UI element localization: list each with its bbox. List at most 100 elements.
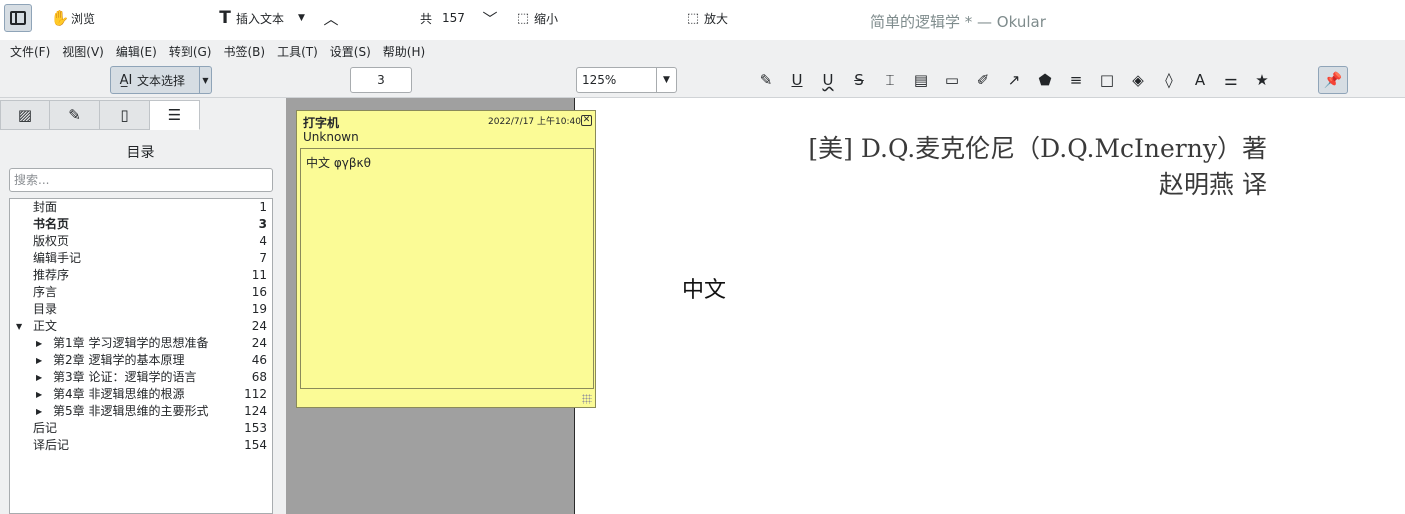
toc-item[interactable]: 版权页 4 <box>10 233 272 250</box>
image-icon: ▨ <box>17 106 33 124</box>
toc-item[interactable]: 译后记 154 <box>10 437 272 454</box>
expand-right-icon[interactable]: ▶ <box>36 369 42 386</box>
sidebar-tabs: ▨ ✎ ▯ ☰ <box>0 100 200 130</box>
menu-help[interactable]: 帮助(H) <box>377 43 431 60</box>
expand-right-icon[interactable]: ▶ <box>36 386 42 403</box>
toc-item-label: 第2章 逻辑学的基本原理 <box>53 353 185 367</box>
menu-file[interactable]: 文件(F) <box>4 43 56 60</box>
fill-color-icon[interactable]: ◈ <box>1127 69 1149 91</box>
toc-item[interactable]: ▶ 第2章 逻辑学的基本原理 46 <box>10 352 272 369</box>
text-select-tool-button[interactable]: A̲I 文本选择 <box>110 66 200 94</box>
page-author-line: [美] D.Q.麦克伦尼（D.Q.McInerny）著 <box>808 134 1267 163</box>
freehand-line-icon[interactable]: ✐ <box>972 69 994 91</box>
tab-bookmarks[interactable]: ▯ <box>100 100 150 130</box>
select-mode-dropdown[interactable]: ▼ <box>200 66 212 94</box>
zoom-in-button[interactable]: ⬚ 放大 <box>682 4 728 32</box>
toc-item[interactable]: 目录 19 <box>10 301 272 318</box>
typewriter-icon[interactable]: ⌶ <box>879 69 901 91</box>
browse-tool-button[interactable]: ✋ 浏览 <box>44 4 100 32</box>
toc-item-page: 68 <box>251 370 267 384</box>
arrow-icon[interactable]: ↗ <box>1003 69 1025 91</box>
pen-icon: ✎ <box>68 106 81 124</box>
zoom-value: 125% <box>582 73 617 87</box>
toc-item-page: 3 <box>258 217 267 231</box>
sidebar-panel-icon <box>10 11 26 25</box>
next-page-button[interactable]: ﹀ <box>479 4 501 32</box>
menu-go[interactable]: 转到(G) <box>163 43 218 60</box>
toc-item-label: 目录 <box>33 302 58 316</box>
inline-note-icon[interactable]: ▤ <box>910 69 932 91</box>
toc-item[interactable]: ▶ 第5章 非逻辑思维的主要形式 124 <box>10 403 272 420</box>
previous-page-button[interactable]: ︿ <box>320 4 342 32</box>
toc-item-label: 正文 <box>33 319 58 333</box>
toc-item[interactable]: 推荐序 11 <box>10 267 272 284</box>
menu-tools[interactable]: 工具(T) <box>271 43 324 60</box>
text-select-label: 文本选择 <box>137 73 186 88</box>
toc-tree: 封面 1 书名页 3 版权页 4 编辑手记 7 推荐序 11 序言 16 目录 19 ▼ 正文 24 ▶ 第1章 学… <box>9 198 273 514</box>
popup-note-icon[interactable]: ▭ <box>941 69 963 91</box>
tab-contents[interactable]: ☰ <box>150 100 200 130</box>
shape-icon[interactable]: □ <box>1096 69 1118 91</box>
toc-item[interactable]: 序言 16 <box>10 284 272 301</box>
zoom-in-label: 放大 <box>704 11 729 26</box>
expand-right-icon[interactable]: ▶ <box>36 352 42 369</box>
menu-settings[interactable]: 设置(S) <box>324 43 377 60</box>
chevron-up-icon: ︿ <box>323 9 339 28</box>
font-icon[interactable]: A <box>1189 69 1211 91</box>
stamp-icon[interactable]: ⬟ <box>1034 69 1056 91</box>
left-sidebar: ▨ ✎ ▯ ☰ 目录 搜索... 封面 1 书名页 3 版权页 4 编辑手记 7 推荐序 11 序言… <box>0 98 281 514</box>
toc-item-page: 153 <box>244 421 267 435</box>
toc-item[interactable]: 封面 1 <box>10 199 272 216</box>
toc-item-page: 112 <box>244 387 267 401</box>
expand-right-icon[interactable]: ▶ <box>36 403 42 420</box>
expand-down-icon[interactable]: ▼ <box>16 318 22 335</box>
toc-item-page: 11 <box>251 268 267 282</box>
zoom-dropdown-icon[interactable]: ▼ <box>656 68 676 92</box>
menu-edit[interactable]: 编辑(E) <box>110 43 163 60</box>
toc-search-input[interactable]: 搜索... <box>9 168 273 192</box>
favorite-icon[interactable]: ★ <box>1251 69 1273 91</box>
strikethrough-icon[interactable]: S <box>848 69 870 91</box>
expand-right-icon[interactable]: ▶ <box>36 335 42 352</box>
note-body-textarea[interactable]: 中文 φγβκθ <box>300 148 594 389</box>
typewriter-annotation-text[interactable]: 中文 <box>682 272 726 304</box>
annotation-popup-note[interactable]: 打字机 Unknown 2022/7/17 上午10:40 ✕ 中文 φγβκθ <box>296 110 596 408</box>
toc-item[interactable]: ▶ 第1章 学习逻辑学的思想准备 24 <box>10 335 272 352</box>
insert-text-dropdown-icon[interactable]: ▼ <box>298 13 305 23</box>
toc-item-page: 24 <box>251 336 267 350</box>
toc-item-label: 译后记 <box>33 438 70 452</box>
toc-item[interactable]: 后记 153 <box>10 420 272 437</box>
pin-icon: 📌 <box>1323 71 1343 89</box>
sidebar-toggle-button[interactable] <box>4 4 32 32</box>
toc-item[interactable]: ▶ 第4章 非逻辑思维的根源 112 <box>10 386 272 403</box>
toc-item[interactable]: 书名页 3 <box>10 216 272 233</box>
highlighter-icon[interactable]: ✎ <box>755 69 777 91</box>
page-number-input[interactable]: 3 <box>350 67 412 93</box>
toc-item-page: 154 <box>244 438 267 452</box>
opacity-icon[interactable]: ◊ <box>1158 69 1180 91</box>
annotation-settings-icon[interactable]: ⚌ <box>1220 69 1242 91</box>
tab-annotations[interactable]: ✎ <box>50 100 100 130</box>
page-total: 157 <box>442 11 465 25</box>
menu-bookmarks[interactable]: 书签(B) <box>217 43 271 60</box>
squiggle-icon[interactable]: U <box>817 69 839 91</box>
underline-icon[interactable]: U <box>786 69 808 91</box>
toc-item[interactable]: ▼ 正文 24 <box>10 318 272 335</box>
toc-item-label: 版权页 <box>33 234 70 248</box>
toc-item[interactable]: ▶ 第3章 论证：逻辑学的语言 68 <box>10 369 272 386</box>
window-title: 简单的逻辑学 * — Okular <box>870 13 1046 31</box>
toc-item-label: 第3章 论证：逻辑学的语言 <box>53 370 197 384</box>
zoom-select[interactable]: 125% ▼ <box>576 67 677 93</box>
tab-thumbnails[interactable]: ▨ <box>0 100 50 130</box>
line-width-icon[interactable]: ≡ <box>1065 69 1087 91</box>
menu-view[interactable]: 视图(V) <box>56 43 110 60</box>
zoom-out-button[interactable]: ⬚ 缩小 <box>512 4 558 32</box>
browse-label: 浏览 <box>71 11 96 26</box>
insert-text-button[interactable]: T 插入文本 ▼ <box>214 4 305 32</box>
close-icon[interactable]: ✕ <box>581 115 592 126</box>
toc-item[interactable]: 编辑手记 7 <box>10 250 272 267</box>
pin-toolbar-button[interactable]: 📌 <box>1318 66 1348 94</box>
insert-text-label: 插入文本 <box>236 11 285 26</box>
typewriter-text-icon: T <box>219 8 231 28</box>
resize-grip-icon[interactable] <box>582 394 592 404</box>
